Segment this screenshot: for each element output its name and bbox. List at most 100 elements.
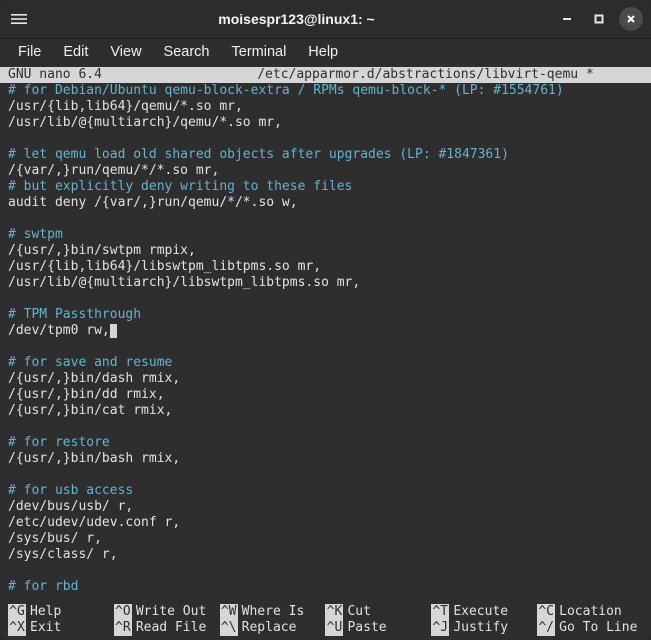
- shortcut-key: ^X: [8, 620, 26, 636]
- editor-line[interactable]: /usr/lib/@{multiarch}/qemu/*.so mr,: [8, 115, 643, 131]
- editor-text: /sys/bus/ r,: [8, 531, 102, 546]
- shortcut-label: Replace: [242, 620, 297, 636]
- menu-search[interactable]: Search: [154, 42, 220, 62]
- shortcut-key: ^R: [114, 620, 132, 636]
- shortcut-key: ^J: [431, 620, 449, 636]
- text-cursor: [110, 324, 117, 338]
- hamburger-menu-button[interactable]: [0, 11, 38, 27]
- editor-line[interactable]: [8, 339, 643, 355]
- window-controls: [555, 7, 651, 31]
- editor-text: /sys/class/ r,: [8, 547, 118, 562]
- editor-text: # TPM Passthrough: [8, 307, 141, 322]
- editor-text: /dev/tpm0 rw,: [8, 323, 110, 338]
- close-button[interactable]: [619, 7, 643, 31]
- editor-line[interactable]: # let qemu load old shared objects after…: [8, 147, 643, 163]
- shortcut-item: ^/Go To Line: [537, 620, 643, 636]
- window-title: moisespr123@linux1: ~: [38, 11, 555, 27]
- titlebar: moisespr123@linux1: ~: [0, 0, 651, 39]
- editor-line[interactable]: /{usr/,}bin/swtpm rmpix,: [8, 243, 643, 259]
- editor-line[interactable]: # swtpm: [8, 227, 643, 243]
- shortcut-row-1: ^GHelp^OWrite Out^WWhere Is^KCut^TExecut…: [8, 604, 643, 620]
- shortcut-label: Execute: [453, 604, 508, 620]
- shortcut-item: ^JJustify: [431, 620, 537, 636]
- editor-line[interactable]: # TPM Passthrough: [8, 307, 643, 323]
- shortcut-key: ^U: [325, 620, 343, 636]
- editor-line[interactable]: # for save and resume: [8, 355, 643, 371]
- menubar: File Edit View Search Terminal Help: [0, 39, 651, 65]
- nano-shortcut-bar: ^GHelp^OWrite Out^WWhere Is^KCut^TExecut…: [0, 604, 651, 640]
- shortcut-label: Go To Line: [559, 620, 637, 636]
- editor-text: # but explicitly deny writing to these f…: [8, 179, 352, 194]
- maximize-icon: [593, 13, 605, 25]
- editor-line[interactable]: # for rbd: [8, 579, 643, 595]
- menu-edit[interactable]: Edit: [53, 42, 98, 62]
- shortcut-key: ^O: [114, 604, 132, 620]
- editor-text: /usr/{lib,lib64}/libswtpm_libtpms.so mr,: [8, 259, 321, 274]
- editor-line[interactable]: [8, 291, 643, 307]
- terminal-window: moisespr123@linux1: ~ File Edit View Sea…: [0, 0, 651, 640]
- editor-line[interactable]: /{usr/,}bin/dd rmix,: [8, 387, 643, 403]
- menu-view[interactable]: View: [100, 42, 151, 62]
- editor-line[interactable]: # but explicitly deny writing to these f…: [8, 179, 643, 195]
- editor-line[interactable]: /usr/{lib,lib64}/libswtpm_libtpms.so mr,: [8, 259, 643, 275]
- editor-text: # for restore: [8, 435, 110, 450]
- editor-text: # for usb access: [8, 483, 133, 498]
- editor-line[interactable]: /etc/udev/udev.conf r,: [8, 515, 643, 531]
- editor-text: /{usr/,}bin/cat rmix,: [8, 403, 172, 418]
- editor-content[interactable]: # for Debian/Ubuntu qemu-block-extra / R…: [8, 83, 643, 595]
- editor-text: audit deny /{var/,}run/qemu/*/*.so w,: [8, 195, 298, 210]
- editor-line[interactable]: /usr/lib/@{multiarch}/libswtpm_libtpms.s…: [8, 275, 643, 291]
- editor-line[interactable]: # for Debian/Ubuntu qemu-block-extra / R…: [8, 83, 643, 99]
- editor-line[interactable]: /usr/{lib,lib64}/qemu/*.so mr,: [8, 99, 643, 115]
- shortcut-key: ^W: [220, 604, 238, 620]
- shortcut-item: ^CLocation: [537, 604, 643, 620]
- editor-line[interactable]: [8, 131, 643, 147]
- maximize-button[interactable]: [587, 7, 611, 31]
- minimize-button[interactable]: [555, 7, 579, 31]
- menu-file[interactable]: File: [8, 42, 51, 62]
- shortcut-key: ^C: [537, 604, 555, 620]
- editor-line[interactable]: [8, 467, 643, 483]
- editor-line[interactable]: /{var/,}run/qemu/*/*.so mr,: [8, 163, 643, 179]
- nano-header: GNU nano 6.4 /etc/apparmor.d/abstraction…: [0, 67, 651, 83]
- editor-line[interactable]: audit deny /{var/,}run/qemu/*/*.so w,: [8, 195, 643, 211]
- shortcut-label: Paste: [347, 620, 386, 636]
- shortcut-item: ^XExit: [8, 620, 114, 636]
- terminal-area[interactable]: GNU nano 6.4 /etc/apparmor.d/abstraction…: [0, 65, 651, 640]
- shortcut-key: ^/: [537, 620, 555, 636]
- editor-line[interactable]: /{usr/,}bin/cat rmix,: [8, 403, 643, 419]
- editor-text: # swtpm: [8, 227, 63, 242]
- menu-help[interactable]: Help: [298, 42, 348, 62]
- minimize-icon: [561, 13, 573, 25]
- editor-text: /usr/{lib,lib64}/qemu/*.so mr,: [8, 99, 243, 114]
- editor-line[interactable]: # for restore: [8, 435, 643, 451]
- nano-filepath: /etc/apparmor.d/abstractions/libvirt-qem…: [208, 67, 643, 83]
- shortcut-item: ^GHelp: [8, 604, 114, 620]
- editor-text: /{usr/,}bin/dd rmix,: [8, 387, 165, 402]
- editor-line[interactable]: [8, 211, 643, 227]
- editor-text: /etc/udev/udev.conf r,: [8, 515, 180, 530]
- editor-line[interactable]: /sys/bus/ r,: [8, 531, 643, 547]
- editor-line[interactable]: /dev/tpm0 rw,: [8, 323, 643, 339]
- shortcut-key: ^K: [325, 604, 343, 620]
- menu-terminal[interactable]: Terminal: [222, 42, 297, 62]
- shortcut-item: ^TExecute: [431, 604, 537, 620]
- shortcut-label: Location: [559, 604, 622, 620]
- shortcut-item: ^KCut: [325, 604, 431, 620]
- editor-line[interactable]: /sys/class/ r,: [8, 547, 643, 563]
- editor-line[interactable]: /dev/bus/usb/ r,: [8, 499, 643, 515]
- editor-line[interactable]: /{usr/,}bin/bash rmix,: [8, 451, 643, 467]
- editor-line[interactable]: [8, 563, 643, 579]
- editor-text: /{usr/,}bin/swtpm rmpix,: [8, 243, 196, 258]
- editor-line[interactable]: /{usr/,}bin/dash rmix,: [8, 371, 643, 387]
- shortcut-item: ^WWhere Is: [220, 604, 326, 620]
- shortcut-label: Justify: [453, 620, 508, 636]
- editor-line[interactable]: [8, 419, 643, 435]
- shortcut-label: Where Is: [242, 604, 305, 620]
- editor-text: /usr/lib/@{multiarch}/libswtpm_libtpms.s…: [8, 275, 360, 290]
- shortcut-label: Read File: [136, 620, 206, 636]
- editor-text: # for save and resume: [8, 355, 172, 370]
- shortcut-item: ^UPaste: [325, 620, 431, 636]
- shortcut-item: ^OWrite Out: [114, 604, 220, 620]
- editor-line[interactable]: # for usb access: [8, 483, 643, 499]
